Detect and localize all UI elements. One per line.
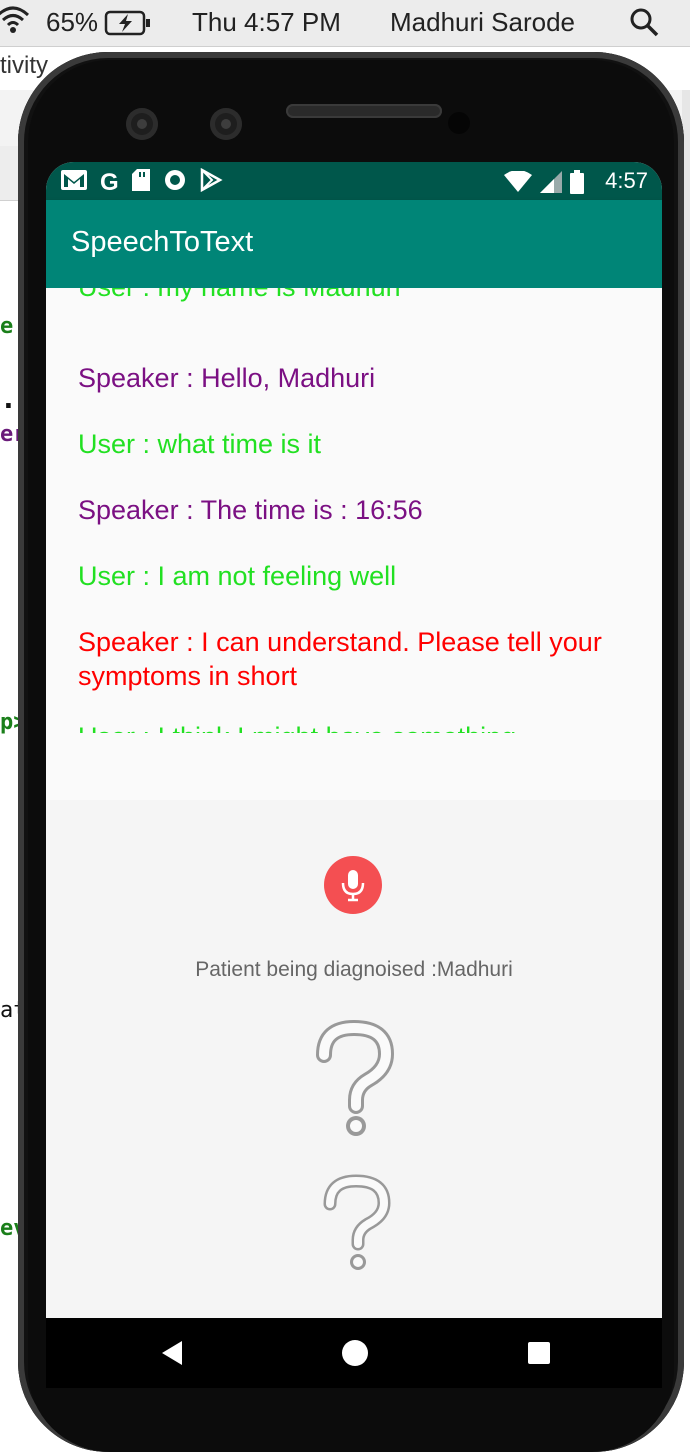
chat-message-speaker: Speaker : Hello, Madhuri	[78, 363, 376, 393]
code-fragment: e	[0, 314, 14, 339]
chat-message-speaker: Speaker : I can understand. Please tell …	[78, 627, 602, 691]
play-store-icon	[199, 167, 223, 197]
notification-icons: G	[60, 167, 223, 197]
recents-button[interactable]	[524, 1338, 554, 1368]
chat-message-speaker: Speaker : The time is : 16:56	[78, 495, 423, 525]
system-status-icons	[504, 170, 584, 199]
mac-menu-bar: 65% Thu 4:57 PM Madhuri Sarode	[0, 0, 690, 47]
front-camera-icon	[210, 108, 242, 140]
back-button[interactable]	[158, 1338, 188, 1368]
front-camera-icon	[126, 108, 158, 140]
menu-clock[interactable]: Thu 4:57 PM	[192, 7, 341, 38]
back-icon	[162, 1341, 182, 1365]
spotlight-search-icon[interactable]	[628, 6, 660, 45]
wifi-icon[interactable]	[0, 5, 30, 42]
chat-message-user: User : my name is Madhuri	[78, 288, 638, 304]
battery-icon	[570, 170, 584, 199]
patient-status-label: Patient being diagnoised :Madhuri	[195, 958, 513, 981]
status-time: 4:57	[605, 168, 648, 193]
home-icon	[342, 1340, 368, 1366]
chat-message-user: User : what time is it	[78, 429, 322, 459]
microphone-icon	[341, 870, 365, 902]
question-mark-icon	[304, 1019, 404, 1145]
app-toolbar: SpeechToText	[46, 200, 662, 288]
chat-fade-edge	[46, 733, 662, 800]
chat-message-user: User : I am not feeling well	[78, 561, 397, 591]
ide-tab-label[interactable]: tivity	[0, 52, 48, 80]
menu-user-name[interactable]: Madhuri Sarode	[390, 7, 575, 38]
earpiece-speaker	[286, 104, 442, 118]
gmail-icon	[60, 169, 88, 196]
signal-icon	[540, 171, 562, 198]
navigation-bar	[46, 1318, 662, 1388]
home-button[interactable]	[340, 1338, 370, 1368]
question-mark-icon	[314, 1174, 398, 1279]
android-screen: G 4:57 SpeechToText U	[46, 162, 662, 1388]
google-icon: G	[100, 168, 119, 196]
circle-icon	[163, 168, 187, 197]
recents-icon	[528, 1342, 550, 1364]
battery-charging-icon[interactable]	[104, 9, 154, 44]
app-title: SpeechToText	[71, 226, 254, 258]
microphone-button[interactable]	[324, 856, 382, 914]
proximity-sensor	[448, 112, 470, 134]
wifi-icon	[504, 170, 532, 198]
sd-card-icon	[131, 168, 151, 197]
status-bar: G 4:57	[46, 162, 662, 200]
battery-percent: 65%	[46, 7, 99, 37]
chat-history[interactable]: User : my name is Madhuri Speaker : Hell…	[46, 288, 662, 800]
